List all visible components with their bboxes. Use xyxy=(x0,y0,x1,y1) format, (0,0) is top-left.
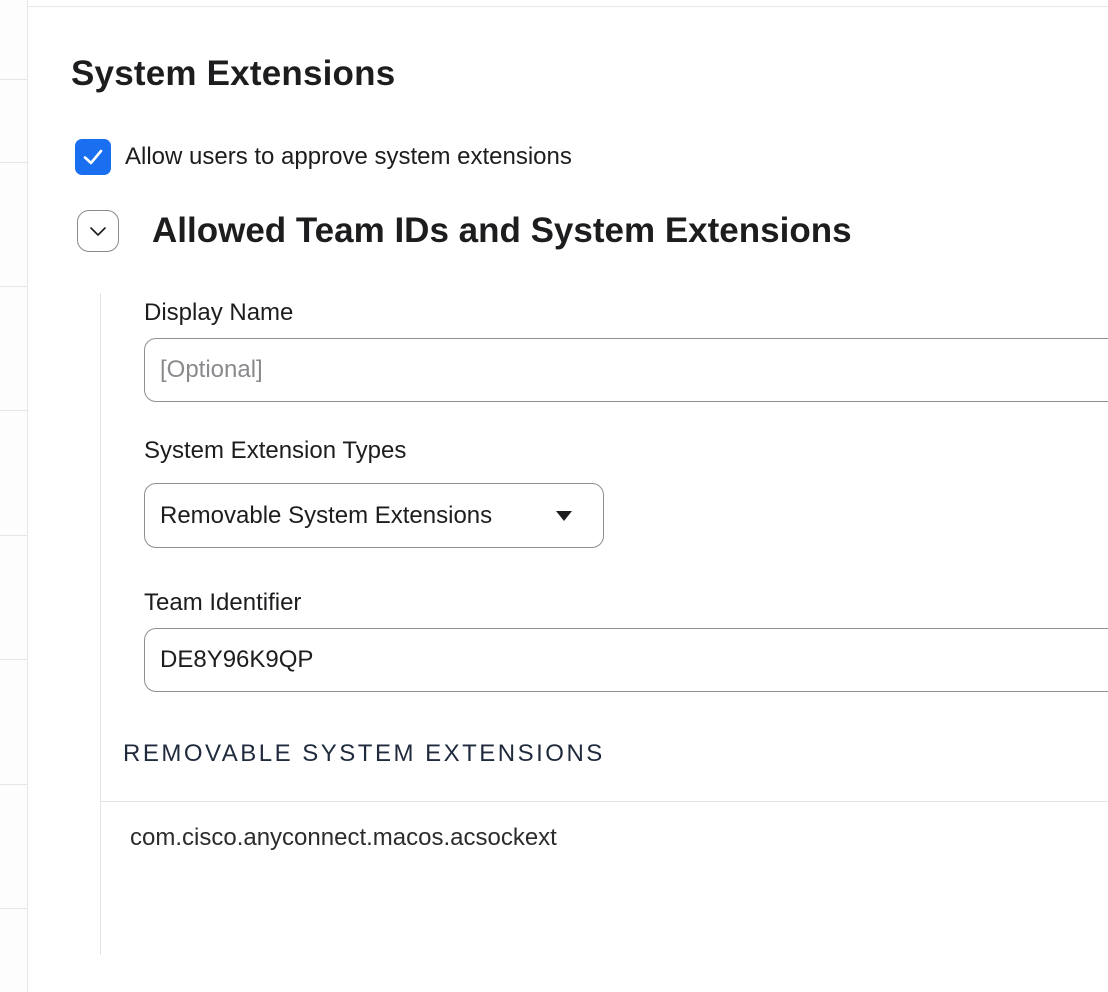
extension-types-label: System Extension Types xyxy=(144,437,407,464)
sidebar-row-divider xyxy=(0,410,27,411)
extension-types-selected-value: Removable System Extensions xyxy=(160,501,493,529)
allow-approval-row[interactable]: Allow users to approve system extensions xyxy=(75,139,572,175)
checkmark-icon xyxy=(83,149,103,165)
sidebar-row-divider xyxy=(0,286,27,287)
page-title: System Extensions xyxy=(71,54,396,93)
team-identifier-input[interactable] xyxy=(144,628,1108,692)
section-vertical-rule xyxy=(100,293,101,955)
display-name-input[interactable] xyxy=(144,338,1108,402)
list-item[interactable]: com.cisco.anyconnect.macos.acsockext xyxy=(130,824,557,852)
extension-types-select[interactable]: Removable System Extensions xyxy=(144,483,604,548)
sidebar-row-divider xyxy=(0,162,27,163)
sidebar-row-divider xyxy=(0,908,27,909)
team-identifier-label: Team Identifier xyxy=(144,589,302,616)
top-divider xyxy=(28,6,1108,7)
section-title: Allowed Team IDs and System Extensions xyxy=(152,211,852,250)
extensions-list-header: REMOVABLE SYSTEM EXTENSIONS xyxy=(123,740,605,767)
section-collapse-button[interactable] xyxy=(77,210,119,252)
sidebar-row-divider xyxy=(0,784,27,785)
left-sidebar-edge xyxy=(0,0,28,992)
allow-approval-checkbox[interactable] xyxy=(75,139,111,175)
extensions-list-divider xyxy=(101,801,1108,802)
sidebar-row-divider xyxy=(0,535,27,536)
sidebar-row-divider xyxy=(0,79,27,80)
display-name-label: Display Name xyxy=(144,299,294,326)
chevron-down-icon xyxy=(90,227,106,236)
sidebar-row-divider xyxy=(0,659,27,660)
caret-down-icon xyxy=(556,510,572,521)
allow-approval-label: Allow users to approve system extensions xyxy=(125,143,572,170)
